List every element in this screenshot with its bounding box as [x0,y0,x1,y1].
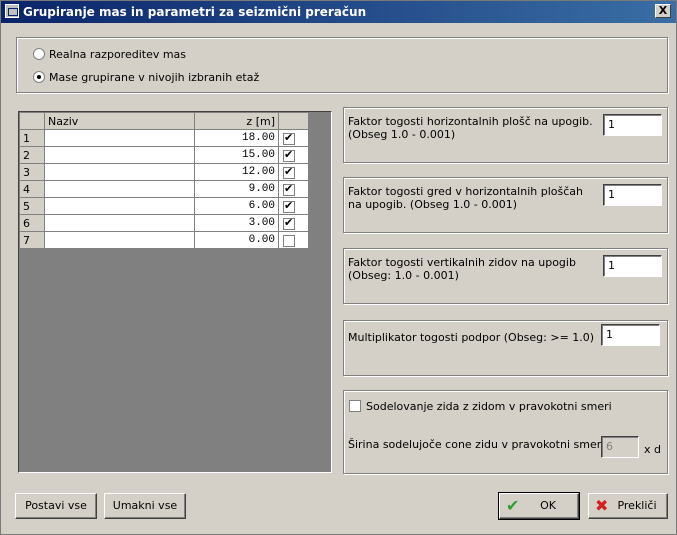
include-checkbox[interactable] [283,234,295,247]
radio-real-distribution-label[interactable]: Realna razporeditev mas [49,48,186,61]
cooperation-width-unit: x d [644,443,661,456]
slab-stiffness-label: Faktor togosti horizontalnih plošč na up… [348,115,593,141]
app-icon [5,4,19,18]
corner-header [19,112,45,130]
floor-name-cell[interactable] [44,231,195,249]
include-checkbox[interactable] [283,148,295,162]
floor-name-cell[interactable] [44,197,195,215]
row-number[interactable]: 1 [19,129,45,147]
radio-real-distribution[interactable] [33,48,45,60]
cooperation-width-label: Širina sodelujoče cone zidu v pravokotni… [348,438,605,451]
check-column-header[interactable] [278,112,309,130]
include-checkbox[interactable] [283,131,295,145]
slab-stiffness-input[interactable]: 1 [603,114,662,136]
include-cell[interactable] [278,180,309,198]
close-button[interactable]: X [655,4,671,18]
floor-name-cell[interactable] [44,163,195,181]
z-value-cell[interactable]: 6.00 [194,197,279,215]
z-value-cell[interactable]: 18.00 [194,129,279,147]
include-checkbox[interactable] [283,165,295,179]
wall-cooperation-label[interactable]: Sodelovanje zida z zidom v pravokotni sm… [366,400,612,413]
radio-grouped-masses-label[interactable]: Mase grupirane v nivojih izbranih etaž [49,71,259,84]
table-row[interactable]: 1 18.00 [19,129,309,147]
set-all-button[interactable]: Postavi vse [15,493,97,519]
z-value-cell[interactable]: 0.00 [194,231,279,249]
include-cell[interactable] [278,214,309,232]
floor-name-cell[interactable] [44,214,195,232]
window-title: Grupiranje mas in parametri za seizmični… [23,5,367,19]
table-row[interactable]: 6 3.00 [19,214,309,232]
cooperation-width-input[interactable]: 6 [601,436,639,458]
row-number[interactable]: 2 [19,146,45,164]
floor-name-cell[interactable] [44,180,195,198]
clear-all-button[interactable]: Umakni vse [104,493,186,519]
cancel-button[interactable]: ✖ Prekliči [588,493,668,519]
check-icon: ✔ [506,496,520,515]
include-checkbox[interactable] [283,216,295,230]
include-cell[interactable] [278,231,309,249]
z-value-cell[interactable]: 15.00 [194,146,279,164]
ok-button-label: OK [540,499,556,512]
z-value-cell[interactable]: 9.00 [194,180,279,198]
z-value-cell[interactable]: 12.00 [194,163,279,181]
wall-cooperation-checkbox[interactable] [349,400,361,412]
beam-stiffness-label: Faktor togosti gred v horizontalnih ploš… [348,185,583,211]
title-bar[interactable]: Grupiranje mas in parametri za seizmični… [1,1,676,23]
z-value-cell[interactable]: 3.00 [194,214,279,232]
row-number[interactable]: 5 [19,197,45,215]
include-cell[interactable] [278,197,309,215]
row-number[interactable]: 7 [19,231,45,249]
wall-stiffness-label: Faktor togosti vertikalnih zidov na upog… [348,256,576,282]
wall-stiffness-input[interactable]: 1 [603,255,662,277]
row-number[interactable]: 3 [19,163,45,181]
beam-stiffness-input[interactable]: 1 [603,184,662,206]
ok-button[interactable]: ✔ OK [498,492,580,520]
mass-mode-group: Realna razporeditev mas Mase grupirane v… [16,37,668,93]
floors-grid: Naziv z [m] 118.00215.00312.0049.0056.00… [18,111,332,473]
include-checkbox[interactable] [283,199,295,213]
floor-name-cell[interactable] [44,129,195,147]
include-cell[interactable] [278,146,309,164]
row-number[interactable]: 6 [19,214,45,232]
include-cell[interactable] [278,129,309,147]
table-row[interactable]: 2 15.00 [19,146,309,164]
table-row[interactable]: 7 0.00 [19,231,309,249]
name-column-header[interactable]: Naziv [44,112,195,130]
wall-cooperation-group: Sodelovanje zida z zidom v pravokotni sm… [343,390,668,474]
radio-grouped-masses[interactable] [33,71,45,83]
floor-name-cell[interactable] [44,146,195,164]
include-cell[interactable] [278,163,309,181]
z-column-header[interactable]: z [m] [194,112,279,130]
table-row[interactable]: 4 9.00 [19,180,309,198]
dialog-window: Grupiranje mas in parametri za seizmični… [0,0,677,535]
table-row[interactable]: 5 6.00 [19,197,309,215]
cancel-x-icon: ✖ [595,496,609,515]
row-number[interactable]: 4 [19,180,45,198]
support-multiplier-input[interactable]: 1 [601,324,660,346]
table-row[interactable]: 3 12.00 [19,163,309,181]
include-checkbox[interactable] [283,182,295,196]
grid-header-row: Naziv z [m] [19,112,309,130]
cancel-button-label: Prekliči [617,499,657,512]
support-multiplier-label: Multiplikator togosti podpor (Obseg: >= … [348,331,595,344]
